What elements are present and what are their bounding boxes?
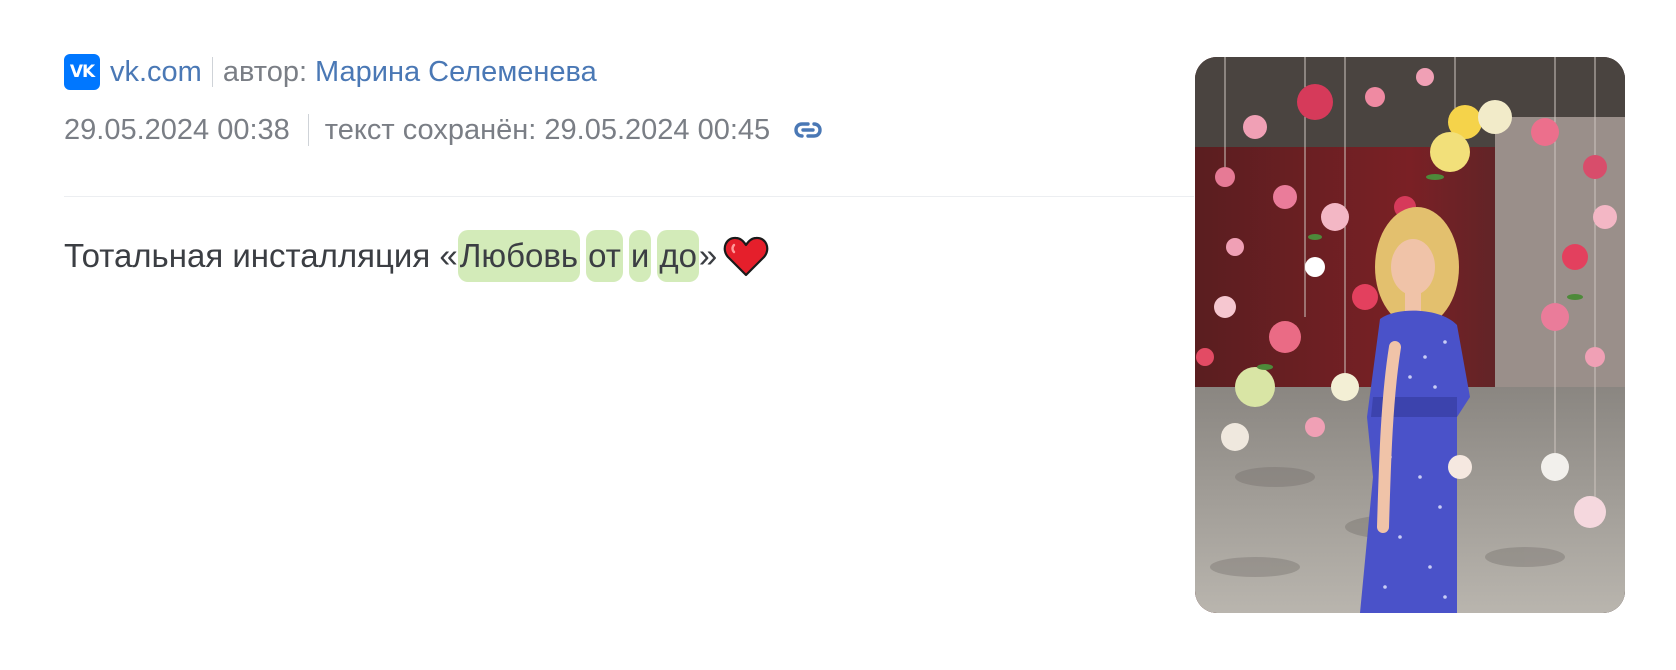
separator — [307, 114, 309, 146]
post-text-before: Тотальная инсталляция « — [64, 237, 458, 274]
link-icon[interactable] — [788, 116, 828, 144]
divider — [64, 196, 1194, 197]
highlight-word: от — [586, 230, 623, 282]
published-date: 29.05.2024 00:38 — [64, 113, 290, 146]
vk-logo-icon[interactable]: VK — [64, 54, 100, 90]
post-text-after: » — [698, 237, 718, 274]
author-link[interactable]: Марина Селеменева — [315, 56, 597, 89]
saved-date: текст сохранён: 29.05.2024 00:45 — [324, 113, 771, 146]
post-text: Тотальная инсталляция « Любовь от и до » — [64, 230, 769, 282]
highlight-word: до — [657, 230, 699, 282]
heart-emoji-icon — [723, 235, 769, 277]
source-row: VK vk.com автор: Марина Селеменева — [64, 52, 597, 92]
highlight-word: и — [628, 230, 652, 282]
post-photo[interactable] — [1195, 57, 1625, 613]
date-row: 29.05.2024 00:38 текст сохранён: 29.05.2… — [64, 108, 828, 152]
highlight-word: Любовь — [457, 230, 581, 282]
author-prefix: автор: — [222, 55, 308, 88]
separator — [211, 57, 213, 87]
search-result-card: VK vk.com автор: Марина Селеменева 29.05… — [0, 0, 1676, 670]
source-site-link[interactable]: vk.com — [110, 56, 202, 89]
